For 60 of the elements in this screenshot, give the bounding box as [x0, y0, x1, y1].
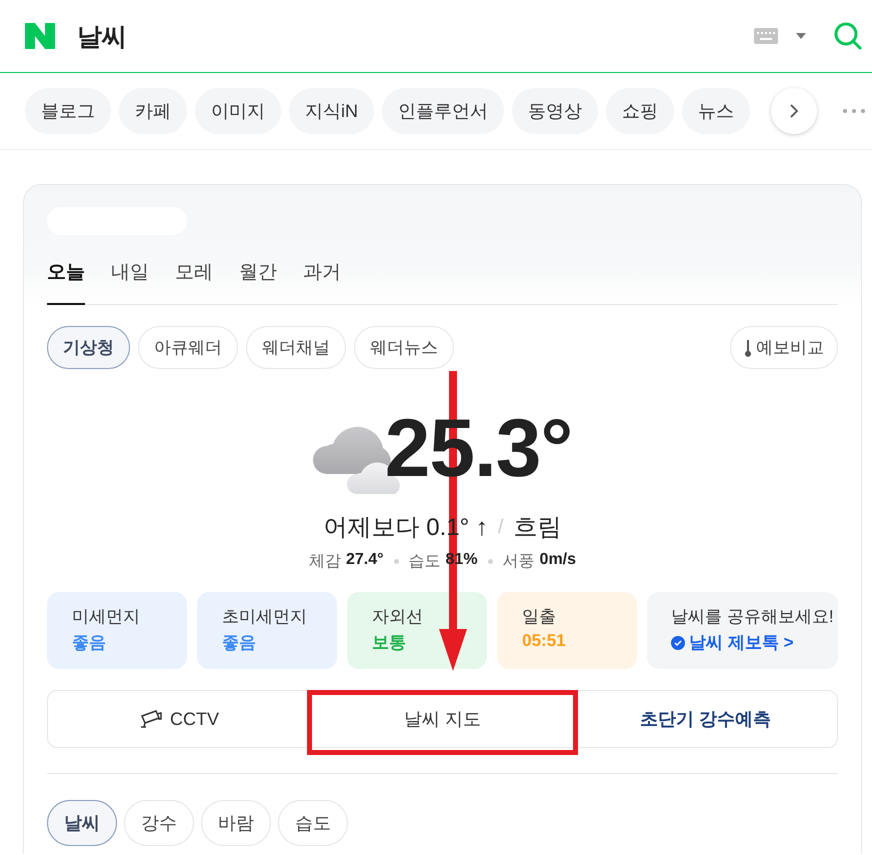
day-tab[interactable]: 내일 — [111, 257, 149, 305]
info-value: 보통 — [372, 632, 408, 654]
next-button[interactable] — [771, 88, 817, 134]
compare-button[interactable]: 예보비교 — [730, 326, 838, 369]
detail-value: 0m/s — [540, 551, 576, 570]
camera-icon — [140, 710, 162, 728]
info-label: 미세먼지 — [72, 606, 141, 628]
source-tab[interactable]: 웨더채널 — [246, 326, 346, 369]
detail-label: 습도 — [408, 552, 441, 572]
category-tab[interactable]: 카페 — [119, 88, 187, 134]
thermometer-icon — [744, 338, 752, 356]
map-tab[interactable]: 강수 — [124, 800, 194, 846]
report-link[interactable]: 날씨 제보톡 > — [671, 631, 838, 654]
info-value: 좋음 — [222, 632, 258, 654]
page-title: 날씨 — [77, 22, 127, 52]
logo-icon — [25, 23, 55, 49]
source-tab[interactable]: 아큐웨더 — [138, 326, 238, 369]
weather-link[interactable]: 날씨 지도 — [311, 691, 574, 747]
more-icon — [843, 109, 865, 113]
day-tab[interactable]: 월간 — [239, 257, 277, 305]
separator: / — [498, 516, 504, 538]
detail-value: 27.4° — [346, 551, 384, 570]
category-tab[interactable]: 쇼핑 — [606, 88, 674, 134]
info-label: 일출 — [522, 606, 558, 628]
info-card[interactable]: 초미세먼지 좋음 — [197, 592, 338, 669]
info-value: 좋음 — [72, 632, 107, 654]
category-tab[interactable]: 블로그 — [25, 88, 111, 134]
weather-link[interactable]: CCTV — [48, 691, 311, 747]
info-value: 05:51 — [522, 631, 567, 651]
category-tab[interactable]: 이미지 — [195, 88, 281, 134]
map-tab[interactable]: 바람 — [201, 800, 271, 846]
day-tab[interactable]: 오늘 — [47, 257, 85, 305]
info-card[interactable]: 일출 05:51 — [497, 592, 638, 669]
search-icon — [834, 22, 862, 50]
caret-icon — [796, 33, 806, 39]
day-tab[interactable]: 모레 — [175, 257, 213, 305]
detail-label: 서풍 — [502, 552, 535, 572]
chevron-right-icon — [790, 104, 798, 118]
dot-separator — [488, 559, 493, 564]
dot-separator — [394, 559, 399, 564]
share-text: 날씨를 공유해보세요! — [671, 606, 835, 628]
info-label: 자외선 — [372, 606, 424, 628]
map-tab[interactable]: 습도 — [278, 800, 348, 846]
category-tab[interactable]: 뉴스 — [682, 88, 750, 134]
more-button[interactable] — [843, 107, 865, 115]
search-button[interactable] — [834, 22, 862, 50]
category-tab[interactable]: 인플루언서 — [382, 88, 504, 134]
info-card[interactable]: 미세먼지 좋음 — [47, 592, 188, 669]
info-card[interactable]: 자외선 보통 — [347, 592, 488, 669]
source-tab[interactable]: 웨더뉴스 — [354, 326, 454, 369]
keyboard-icon — [754, 28, 778, 44]
weather-link[interactable]: 초단기 강수예측 — [574, 691, 837, 747]
weather-condition: 흐림 — [513, 513, 562, 543]
day-tab[interactable]: 과거 — [303, 257, 341, 305]
source-tab[interactable]: 기상청 — [47, 326, 130, 369]
category-tab[interactable]: 동영상 — [512, 88, 598, 134]
info-label: 초미세먼지 — [222, 606, 308, 628]
map-tab[interactable]: 날씨 — [47, 800, 117, 846]
detail-label: 체감 — [308, 552, 341, 572]
category-tab[interactable]: 지식iN — [289, 88, 374, 134]
